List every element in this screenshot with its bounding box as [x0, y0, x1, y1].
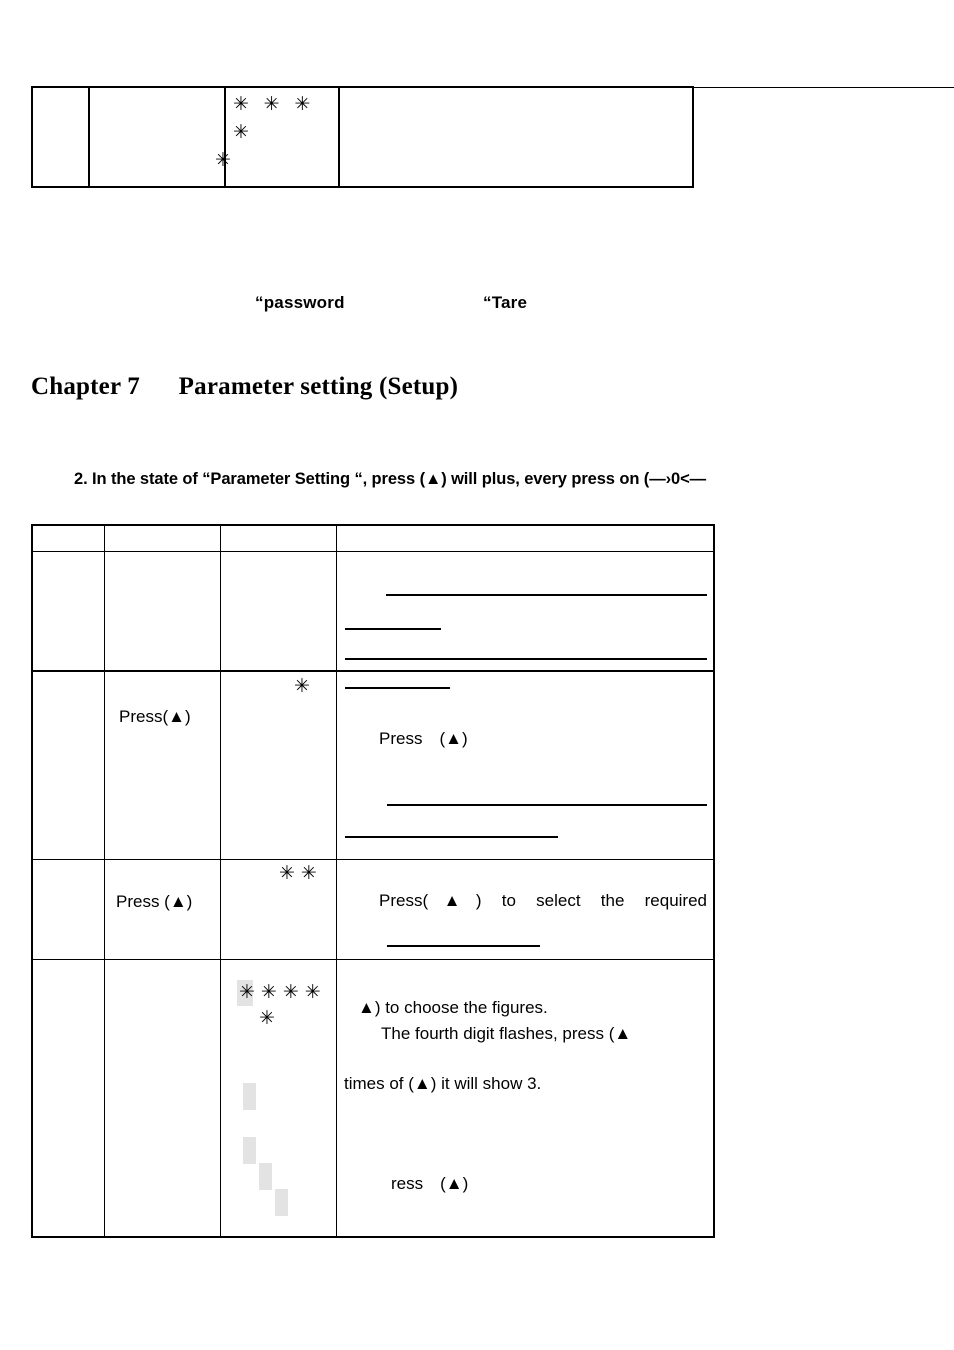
table-cell-col3 [220, 524, 337, 552]
table-cell-col3: ✳✳ [220, 858, 337, 960]
highlight-block [243, 1136, 256, 1164]
press-up-label: Press (▲) [116, 891, 193, 911]
table-cell-col4: Press(▲) to select the required [336, 858, 715, 960]
table-row: Press (▲) ✳✳ Press(▲) to select the requ… [31, 858, 715, 960]
page-horizontal-rule [694, 87, 954, 88]
table-cell-col2 [104, 958, 221, 1238]
underline-rule [345, 627, 441, 630]
instruction-step-2: 2. In the state of “Parameter Setting “,… [74, 470, 707, 488]
table-cell-col1 [31, 958, 105, 1238]
table-row: ✳✳✳✳ ✳ ▲) to choose the figures. The fou… [31, 958, 715, 1238]
underline-rule [387, 804, 707, 806]
parameter-setting-table: Press(▲) ✳ Press (▲) Press (▲) ✳✳ Press(… [31, 524, 715, 1238]
highlight-block [275, 1188, 288, 1216]
table-cell-col2: Press(▲) [104, 670, 221, 860]
choose-figures-line: ▲) to choose the figures. [358, 997, 548, 1017]
table-cell-col2 [104, 524, 221, 552]
underline-rule [345, 657, 707, 660]
underline-rule [387, 944, 540, 947]
fourth-digit-line: The fourth digit flashes, press (▲ [381, 1023, 632, 1043]
top-table-asterisks-line2: ✳ [215, 150, 231, 171]
table-row [31, 524, 715, 552]
top-table-divider-3 [338, 88, 340, 186]
table-cell-col4 [336, 524, 715, 552]
asterisk-marker: ✳✳ [279, 862, 323, 884]
highlight-block [259, 1162, 272, 1190]
table-cell-col1 [31, 524, 105, 552]
table-cell-col3: ✳ [220, 670, 337, 860]
table-cell-col4: Press (▲) [336, 670, 715, 860]
top-table: ✳ ✳ ✳ ✳ ✳ [31, 86, 694, 188]
page-title: Chapter 7 Parameter setting (Setup) [31, 373, 459, 400]
press-up-label: Press(▲) [119, 707, 191, 726]
asterisk-marker: ✳✳✳✳ [239, 981, 327, 1003]
underline-rule [386, 593, 707, 596]
table-cell-col1 [31, 670, 105, 860]
underline-rule [345, 836, 558, 838]
asterisk-marker: ✳ [294, 676, 310, 697]
press-up-fragment: ress (▲) [391, 1173, 469, 1193]
table-row [31, 550, 715, 689]
table-cell-col3 [220, 550, 337, 672]
press-up-instruction: Press (▲) [379, 729, 468, 748]
top-table-divider-1 [88, 88, 90, 186]
top-table-asterisks-line1: ✳ ✳ ✳ ✳ [233, 94, 316, 143]
highlight-block [243, 1082, 256, 1110]
quote-password: “password [255, 293, 345, 312]
table-cell-col4: ▲) to choose the figures. The fourth dig… [336, 958, 715, 1238]
quote-tare: “Tare [483, 293, 528, 312]
table-cell-col1 [31, 550, 105, 672]
asterisk-marker: ✳ [259, 1007, 275, 1029]
table-cell-col2: Press (▲) [104, 858, 221, 960]
table-row: Press(▲) ✳ Press (▲) [31, 670, 715, 860]
table-cell-col2 [104, 550, 221, 672]
top-table-asterisks: ✳ ✳ ✳ ✳ ✳ [215, 91, 333, 175]
table-cell-col4 [336, 550, 715, 689]
times-show-line: times of (▲) it will show 3. [344, 1073, 542, 1093]
select-required-instruction: Press(▲) to select the required [379, 890, 707, 910]
quote-fragment-line: “password “Tare [0, 293, 954, 323]
table-cell-col1 [31, 858, 105, 960]
table-cell-col3: ✳✳✳✳ ✳ [220, 958, 337, 1238]
